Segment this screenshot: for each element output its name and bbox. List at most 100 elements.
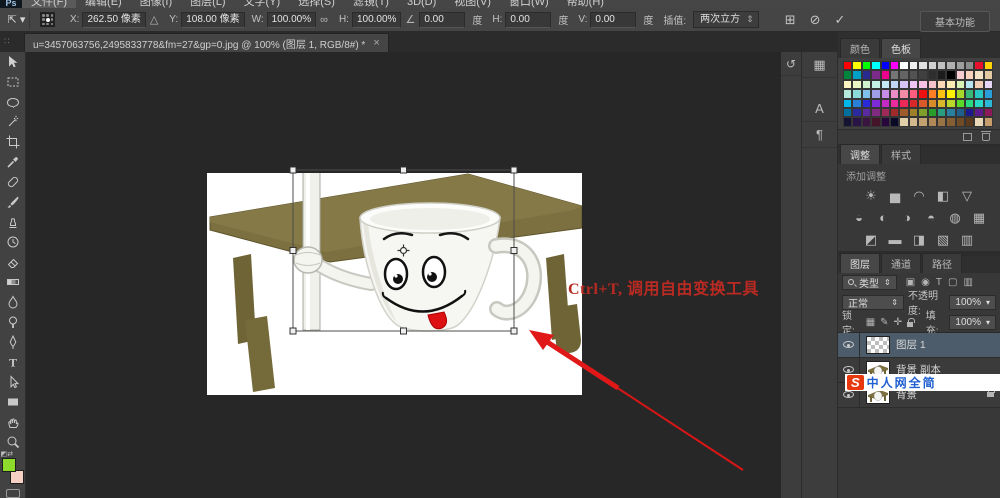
- vskew-field[interactable]: 0.00: [590, 12, 636, 28]
- color-swatch-67[interactable]: [871, 99, 880, 108]
- color-swatch-101[interactable]: [890, 117, 899, 126]
- adjustment-icon-0-3[interactable]: ◧: [936, 188, 951, 204]
- swatches-tab-色板[interactable]: 色板: [881, 38, 921, 58]
- eyedropper-tool[interactable]: [1, 152, 25, 172]
- color-swatch-83[interactable]: [871, 108, 880, 117]
- color-swatch-87[interactable]: [909, 108, 918, 117]
- adjustment-icon-1-3[interactable]: ◓: [924, 210, 939, 226]
- color-swatch-73[interactable]: [928, 99, 937, 108]
- shape-tool[interactable]: [1, 392, 25, 412]
- color-swatch-104[interactable]: [918, 117, 927, 126]
- menu-item-6[interactable]: 滤镜(T): [344, 0, 398, 8]
- color-swatch-3[interactable]: [871, 61, 880, 70]
- color-swatch-85[interactable]: [890, 108, 899, 117]
- menu-item-8[interactable]: 视图(V): [445, 0, 500, 8]
- color-swatch-96[interactable]: [843, 117, 852, 126]
- path-select-tool[interactable]: [1, 372, 25, 392]
- color-swatch-48[interactable]: [843, 89, 852, 98]
- tool-preset-picker[interactable]: ⇱ ▾: [4, 11, 30, 29]
- workspace-switcher[interactable]: 基本功能: [920, 11, 990, 32]
- layer-thumbnail[interactable]: [866, 336, 890, 354]
- color-swatch-62[interactable]: [974, 89, 983, 98]
- hand-tool[interactable]: [1, 412, 25, 432]
- dodge-tool[interactable]: [1, 312, 25, 332]
- lasso-tool[interactable]: [1, 92, 25, 112]
- color-swatch-80[interactable]: [843, 108, 852, 117]
- color-swatch-64[interactable]: [843, 99, 852, 108]
- foreground-color-swatch[interactable]: [2, 458, 16, 472]
- color-swatch-69[interactable]: [890, 99, 899, 108]
- color-swatch-56[interactable]: [918, 89, 927, 98]
- history-brush-tool[interactable]: [1, 232, 25, 252]
- color-swatch-109[interactable]: [965, 117, 974, 126]
- color-swatch-97[interactable]: [852, 117, 861, 126]
- color-swatch-38[interactable]: [899, 80, 908, 89]
- swatches-tab-颜色[interactable]: 颜色: [840, 38, 880, 58]
- color-swatch-11[interactable]: [946, 61, 955, 70]
- color-swatch-15[interactable]: [984, 61, 993, 70]
- color-swatch-66[interactable]: [862, 99, 871, 108]
- color-swatch-95[interactable]: [984, 108, 993, 117]
- menu-item-1[interactable]: 编辑(E): [76, 0, 131, 8]
- layer-filter-icon-0[interactable]: ▣: [906, 277, 915, 288]
- color-swatch-7[interactable]: [909, 61, 918, 70]
- adjustment-icon-1-4[interactable]: ◍: [948, 210, 963, 226]
- color-swatch-30[interactable]: [974, 70, 983, 79]
- color-swatch-13[interactable]: [965, 61, 974, 70]
- menu-item-9[interactable]: 窗口(W): [500, 0, 558, 8]
- layers-tab-通道[interactable]: 通道: [881, 253, 921, 273]
- adjustment-icon-2-4[interactable]: ▥: [960, 232, 975, 248]
- menu-item-2[interactable]: 图像(I): [131, 0, 181, 8]
- color-swatch-60[interactable]: [956, 89, 965, 98]
- menu-item-0[interactable]: 文件(F): [22, 0, 76, 8]
- color-swatch-105[interactable]: [928, 117, 937, 126]
- color-swatch-61[interactable]: [965, 89, 974, 98]
- color-swatch-14[interactable]: [974, 61, 983, 70]
- lock-all-icon[interactable]: [907, 322, 913, 327]
- color-swatch-58[interactable]: [937, 89, 946, 98]
- color-swatch-91[interactable]: [946, 108, 955, 117]
- color-swatch-36[interactable]: [881, 80, 890, 89]
- marquee-tool[interactable]: [1, 72, 25, 92]
- color-swatch-23[interactable]: [909, 70, 918, 79]
- color-swatch-53[interactable]: [890, 89, 899, 98]
- background-color-swatch[interactable]: [10, 470, 24, 484]
- default-colors-icon[interactable]: ◩⇄: [1, 450, 13, 458]
- color-swatch-75[interactable]: [946, 99, 955, 108]
- color-swatch-52[interactable]: [881, 89, 890, 98]
- height-field[interactable]: 100.00%: [352, 12, 401, 28]
- menu-item-7[interactable]: 3D(D): [398, 0, 445, 8]
- type-tool[interactable]: T: [1, 352, 25, 372]
- adjustment-icon-1-2[interactable]: ◑: [900, 210, 915, 226]
- color-swatch-79[interactable]: [984, 99, 993, 108]
- color-swatch-19[interactable]: [871, 70, 880, 79]
- color-swatch-55[interactable]: [909, 89, 918, 98]
- eraser-tool[interactable]: [1, 252, 25, 272]
- warp-mode-toggle[interactable]: ⊞: [785, 12, 796, 28]
- color-swatch-1[interactable]: [852, 61, 861, 70]
- character-panel-icon[interactable]: A: [802, 96, 837, 122]
- color-swatch-110[interactable]: [974, 117, 983, 126]
- quick-mask-icon[interactable]: [6, 489, 20, 498]
- color-swatch-24[interactable]: [918, 70, 927, 79]
- close-tab-icon[interactable]: ×: [373, 37, 379, 49]
- delete-swatch-icon[interactable]: [982, 133, 990, 141]
- commit-transform-button[interactable]: ✓: [835, 12, 846, 28]
- menu-item-4[interactable]: 文字(Y): [235, 0, 290, 8]
- color-swatch-74[interactable]: [937, 99, 946, 108]
- color-swatch-6[interactable]: [899, 61, 908, 70]
- hskew-field[interactable]: 0.00: [505, 12, 551, 28]
- color-swatch-103[interactable]: [909, 117, 918, 126]
- color-swatch-2[interactable]: [862, 61, 871, 70]
- color-swatch-51[interactable]: [871, 89, 880, 98]
- layer-filter-icon-4[interactable]: ▥: [963, 277, 972, 288]
- zoom-tool[interactable]: [1, 432, 25, 452]
- layers-tab-图层[interactable]: 图层: [840, 253, 880, 273]
- adjustment-icon-1-5[interactable]: ▦: [972, 210, 987, 226]
- lock-icon-1[interactable]: ✎: [880, 317, 888, 328]
- color-swatch-33[interactable]: [852, 80, 861, 89]
- color-swatch-21[interactable]: [890, 70, 899, 79]
- color-swatch-42[interactable]: [937, 80, 946, 89]
- interpolation-select[interactable]: 两次立方 ⇕: [693, 11, 759, 28]
- color-swatch-68[interactable]: [881, 99, 890, 108]
